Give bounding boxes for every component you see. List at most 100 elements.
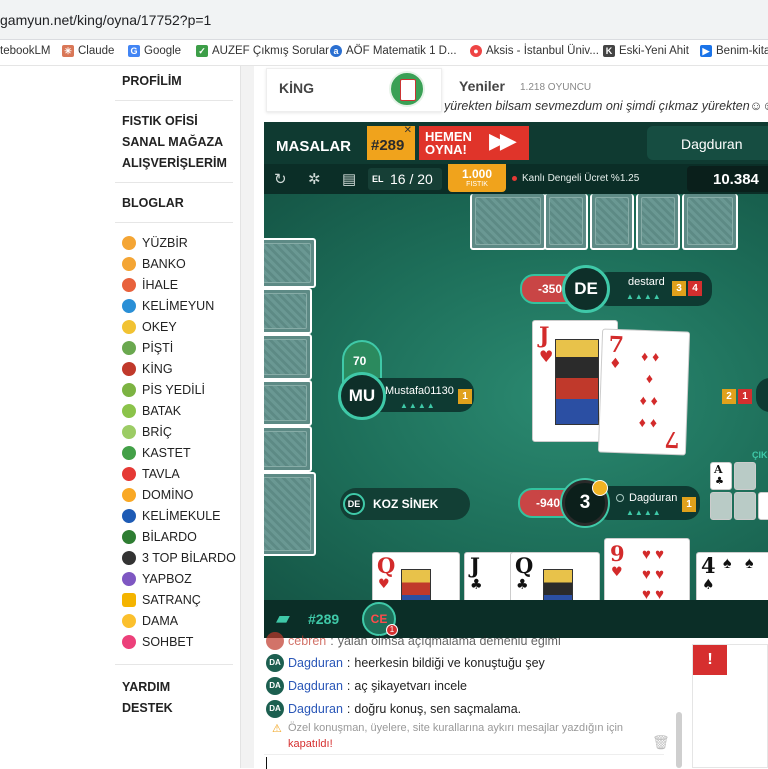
side-card (710, 492, 732, 520)
chat-message: DA Dagduran: doğru konuş, sen saçmalama. (266, 700, 521, 718)
browser-address-bar[interactable]: gamyun.net/king/oyna/17752?p=1 (0, 0, 768, 40)
opponent-card-back (636, 194, 680, 250)
okey-icon (122, 320, 136, 334)
trash-icon[interactable]: 🗑 (652, 734, 670, 751)
game-link-3-top-bilardo[interactable]: 3 TOP BİLARDO (122, 551, 236, 565)
nav-profile[interactable]: PROFİLİM (122, 74, 182, 88)
refresh-icon[interactable]: ↻ (274, 170, 287, 188)
king-banner[interactable]: KİNG (266, 68, 442, 112)
nav-divider (115, 182, 233, 183)
fistik-stake: 1.000 FISTIK (448, 164, 506, 192)
game-link-kelimekule[interactable]: KELİMEKULE (122, 509, 221, 523)
game-link-bilardo[interactable]: BİLARDO (122, 530, 197, 544)
url-text[interactable]: gamyun.net/king/oyna/17752?p=1 (0, 12, 211, 28)
left-player-level-icon: ▲▲▲▲ (400, 401, 436, 410)
game-link-dama[interactable]: DAMA (122, 614, 178, 628)
game-link-okey[interactable]: OKEY (122, 320, 177, 334)
tables-label[interactable]: MASALAR (276, 138, 351, 155)
nav-blogs[interactable]: BLOGLAR (122, 196, 184, 210)
game-link-yuzbir[interactable]: YÜZBİR (122, 236, 188, 250)
opponent-card-back (682, 194, 738, 250)
chat-table-number[interactable]: #289 (308, 611, 339, 627)
opponent-card-back (264, 426, 312, 472)
nav-support[interactable]: DESTEK (122, 701, 173, 715)
bookmark-benim-kita[interactable]: ▶ Benim-kita (700, 45, 768, 57)
batak-icon (122, 404, 136, 418)
left-player-score: 70 (353, 354, 367, 368)
opponent-card-back (470, 194, 546, 250)
my-badge: 1 (682, 497, 696, 512)
domino-icon (122, 488, 136, 502)
game-link-batak[interactable]: BATAK (122, 404, 181, 418)
chat-warning-end: kapatıldı! (288, 738, 333, 750)
game-link-kelimeyun[interactable]: KELİMEYUN (122, 299, 214, 313)
chat-warning: Özel konuşman, üyelere, site kurallarına… (288, 722, 624, 734)
chat-scrollbar[interactable] (676, 712, 682, 768)
opponent-card-back (544, 194, 588, 250)
emoji-icon[interactable] (592, 480, 608, 496)
nav-my-purchases[interactable]: ALIŞVERİŞLERİM (122, 156, 227, 170)
game-link-pis-yedili[interactable]: PİS YEDİLİ (122, 383, 205, 397)
game-link-domino[interactable]: DOMİNO (122, 488, 193, 502)
kelimekule-icon (122, 509, 136, 523)
game-link-king[interactable]: KİNG (122, 362, 173, 376)
top-player-badge: 4 (688, 281, 702, 296)
game-link-ihale[interactable]: İHALE (122, 278, 178, 292)
side-card (758, 492, 768, 520)
opponent-card-back (264, 380, 312, 426)
chat-icon[interactable]: ▰ (276, 608, 290, 629)
opponent-card-back (264, 334, 312, 380)
chat-input[interactable] (264, 754, 664, 769)
my-name: Dagduran (629, 492, 678, 504)
game-link-satranc[interactable]: SATRANÇ (122, 593, 201, 607)
news-marquee: yürekten bilsam sevmezdum oni şimdi çıkm… (444, 99, 768, 113)
hand-counter: EL 16 / 20 (368, 168, 442, 190)
chat-avatar: DA (266, 677, 284, 695)
bookmark-aksis[interactable]: ● Aksis - İstanbul Üniv... (470, 45, 599, 57)
game-link-pisti[interactable]: PİŞTİ (122, 341, 173, 355)
card-pip: ♠ (723, 555, 732, 572)
opponent-card-back (264, 472, 316, 556)
user-name-box[interactable]: Dagduran (647, 126, 768, 160)
claude-icon: ✳ (62, 45, 74, 57)
pis-yedili-icon (122, 383, 136, 397)
top-player-avatar[interactable]: DE (562, 265, 610, 313)
nav-divider (115, 100, 233, 101)
game-link-bric[interactable]: BRİÇ (122, 425, 172, 439)
trump-panel: DE KOZ SİNEK (340, 488, 470, 520)
bookmark-aof[interactable]: a AÖF Matematik 1 D... (330, 45, 457, 57)
sohbet-icon (122, 635, 136, 649)
bookmark-auzef[interactable]: ✓ AUZEF Çıkmış Sorular (196, 45, 329, 57)
banko-icon (122, 257, 136, 271)
tavla-icon (122, 467, 136, 481)
auzef-icon: ✓ (196, 45, 208, 57)
game-link-banko[interactable]: BANKO (122, 257, 186, 271)
nav-help[interactable]: YARDIM (122, 680, 170, 694)
game-link-tavla[interactable]: TAVLA (122, 467, 180, 481)
left-navigation: PROFİLİM FISTIK OFİSİ SANAL MAĞAZA ALIŞV… (0, 66, 240, 768)
game-area[interactable]: MASALAR #289 ✕ HEMEN OYNA! ▶▶ Dagduran ↻… (264, 122, 768, 638)
left-player-avatar[interactable]: MU (338, 372, 386, 420)
bookmark-notebooklm[interactable]: tebookLM (0, 45, 51, 57)
bookmarks-bar: tebookLM ✳ Claude G Google ✓ AUZEF Çıkmış S… (0, 40, 768, 66)
nav-fistik-office[interactable]: FISTIK OFİSİ (122, 114, 198, 128)
trump-label: KOZ SİNEK (373, 497, 439, 511)
game-link-kastet[interactable]: KASTET (122, 446, 191, 460)
game-link-sohbet[interactable]: SOHBET (122, 635, 193, 649)
nav-virtual-store[interactable]: SANAL MAĞAZA (122, 135, 223, 149)
clipboard-icon[interactable]: ▤ (342, 170, 356, 188)
table-number-badge[interactable]: #289 ✕ (367, 125, 415, 160)
side-card (734, 492, 756, 520)
bookmark-eski-yeni-ahit[interactable]: K Eski-Yeni Ahit (603, 45, 689, 57)
close-icon[interactable]: ✕ (404, 125, 412, 136)
play-now-button[interactable]: HEMEN OYNA! ▶▶ (419, 126, 529, 160)
bookmark-google[interactable]: G Google (128, 45, 181, 57)
chat-avatar: DA (266, 700, 284, 718)
news-title[interactable]: Yeniler (459, 78, 505, 94)
game-header: MASALAR #289 ✕ HEMEN OYNA! ▶▶ Dagduran (264, 122, 768, 164)
ciki-label: ÇIK (752, 450, 768, 460)
settings-icon[interactable]: ✲ (308, 170, 321, 188)
game-link-yapboz[interactable]: YAPBOZ (122, 572, 192, 586)
bilardo-icon (122, 530, 136, 544)
bookmark-claude[interactable]: ✳ Claude (62, 45, 114, 57)
